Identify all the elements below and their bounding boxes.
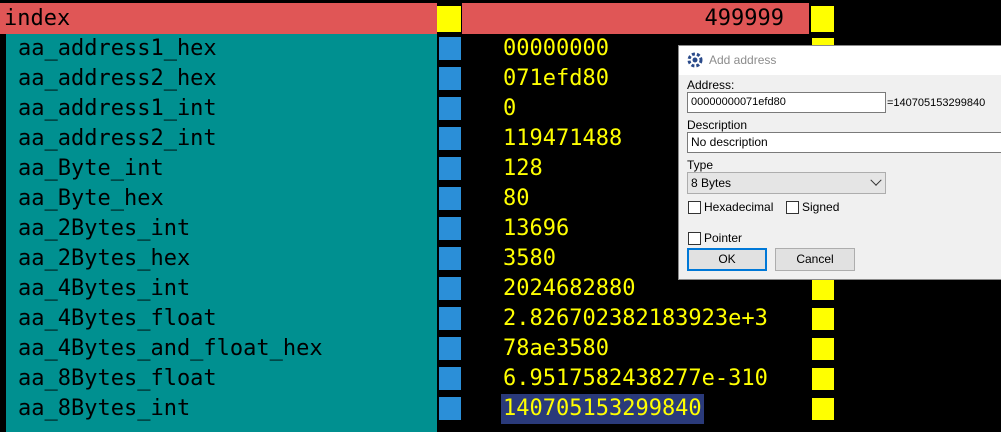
type-select-value: 8 Bytes [691, 176, 732, 190]
header-marker [437, 6, 461, 32]
row-value[interactable]: 2.826702382183923e+3 [503, 304, 768, 334]
row-marker-right [812, 278, 834, 300]
row-marker [439, 127, 461, 150]
header-name: index [0, 3, 437, 34]
hexadecimal-checkbox[interactable] [688, 201, 701, 214]
row-marker [439, 277, 461, 300]
pointer-label: Pointer [704, 231, 743, 245]
row-marker [439, 97, 461, 120]
row-name: aa_2Bytes_int [18, 216, 191, 241]
header-value: 499999 [462, 3, 809, 34]
dialog-title: Add address [709, 53, 777, 67]
description-input[interactable]: No description [687, 132, 1001, 153]
row-marker-right [812, 338, 834, 360]
pointer-checkbox[interactable] [688, 232, 701, 245]
signed-checkbox[interactable] [786, 201, 799, 214]
row-marker-right [812, 308, 834, 330]
row-value[interactable]: 80 [503, 184, 530, 214]
row-value[interactable]: 00000000 [503, 34, 609, 64]
chevron-down-icon [870, 174, 882, 186]
cancel-button[interactable]: Cancel [775, 248, 855, 271]
row-value[interactable]: 3580 [503, 244, 556, 274]
type-select[interactable]: 8 Bytes [687, 172, 886, 194]
address-label: Address: [687, 78, 735, 92]
row-marker [439, 367, 461, 390]
cheat-engine-gear-icon [687, 52, 703, 68]
table-header: index 499999 [0, 3, 834, 34]
table-row[interactable]: aa_4Bytes_and_float_hex 78ae3580 [0, 334, 834, 364]
row-name: aa_8Bytes_float [18, 366, 217, 391]
row-marker-right [812, 368, 834, 390]
ok-button[interactable]: OK [687, 248, 767, 271]
row-name: aa_Byte_int [18, 156, 164, 181]
row-value[interactable]: 6.9517582438277e-310 [503, 364, 768, 394]
row-value[interactable]: 2024682880 [503, 274, 635, 304]
row-name: aa_address1_int [18, 96, 217, 121]
row-name: aa_Byte_hex [18, 186, 164, 211]
row-name: aa_4Bytes_float [18, 306, 217, 331]
row-name: aa_8Bytes_int [18, 396, 191, 421]
address-input[interactable]: 00000000071efd80 [687, 92, 886, 113]
type-label: Type [687, 158, 714, 172]
row-value[interactable]: 13696 [503, 214, 569, 244]
description-label: Description [687, 118, 748, 132]
row-marker [439, 337, 461, 360]
row-name: aa_4Bytes_int [18, 276, 191, 301]
row-name: aa_address2_int [18, 126, 217, 151]
row-marker [439, 37, 461, 60]
row-marker [439, 187, 461, 210]
row-name: aa_4Bytes_and_float_hex [18, 336, 323, 361]
row-marker [439, 247, 461, 270]
row-marker [439, 217, 461, 240]
row-marker [439, 307, 461, 330]
hexadecimal-label: Hexadecimal [704, 200, 774, 214]
row-value[interactable]: 128 [503, 154, 543, 184]
add-address-dialog: Add address Address: 00000000071efd80 =1… [678, 45, 1001, 280]
row-value[interactable]: 071efd80 [503, 64, 609, 94]
dialog-titlebar[interactable]: Add address [679, 46, 1001, 75]
row-value[interactable]: 78ae3580 [503, 334, 609, 364]
signed-label: Signed [802, 200, 840, 214]
row-value-selected[interactable]: 140705153299840 [501, 394, 704, 424]
row-marker-right [812, 398, 834, 420]
row-name: aa_2Bytes_hex [18, 246, 191, 271]
row-marker [439, 397, 461, 420]
row-value[interactable]: 0 [503, 94, 516, 124]
row-marker [439, 157, 461, 180]
row-name: aa_address1_hex [18, 36, 217, 61]
row-name: aa_address2_hex [18, 66, 217, 91]
header-marker-right [811, 6, 834, 32]
address-result: =140705153299840 [887, 97, 986, 109]
table-row[interactable]: aa_8Bytes_int 140705153299840 [0, 394, 834, 424]
table-row[interactable]: aa_4Bytes_float 2.826702382183923e+3 [0, 304, 834, 334]
row-marker [439, 67, 461, 90]
row-value[interactable]: 119471488 [503, 124, 622, 154]
table-row[interactable]: aa_8Bytes_float 6.9517582438277e-310 [0, 364, 834, 394]
